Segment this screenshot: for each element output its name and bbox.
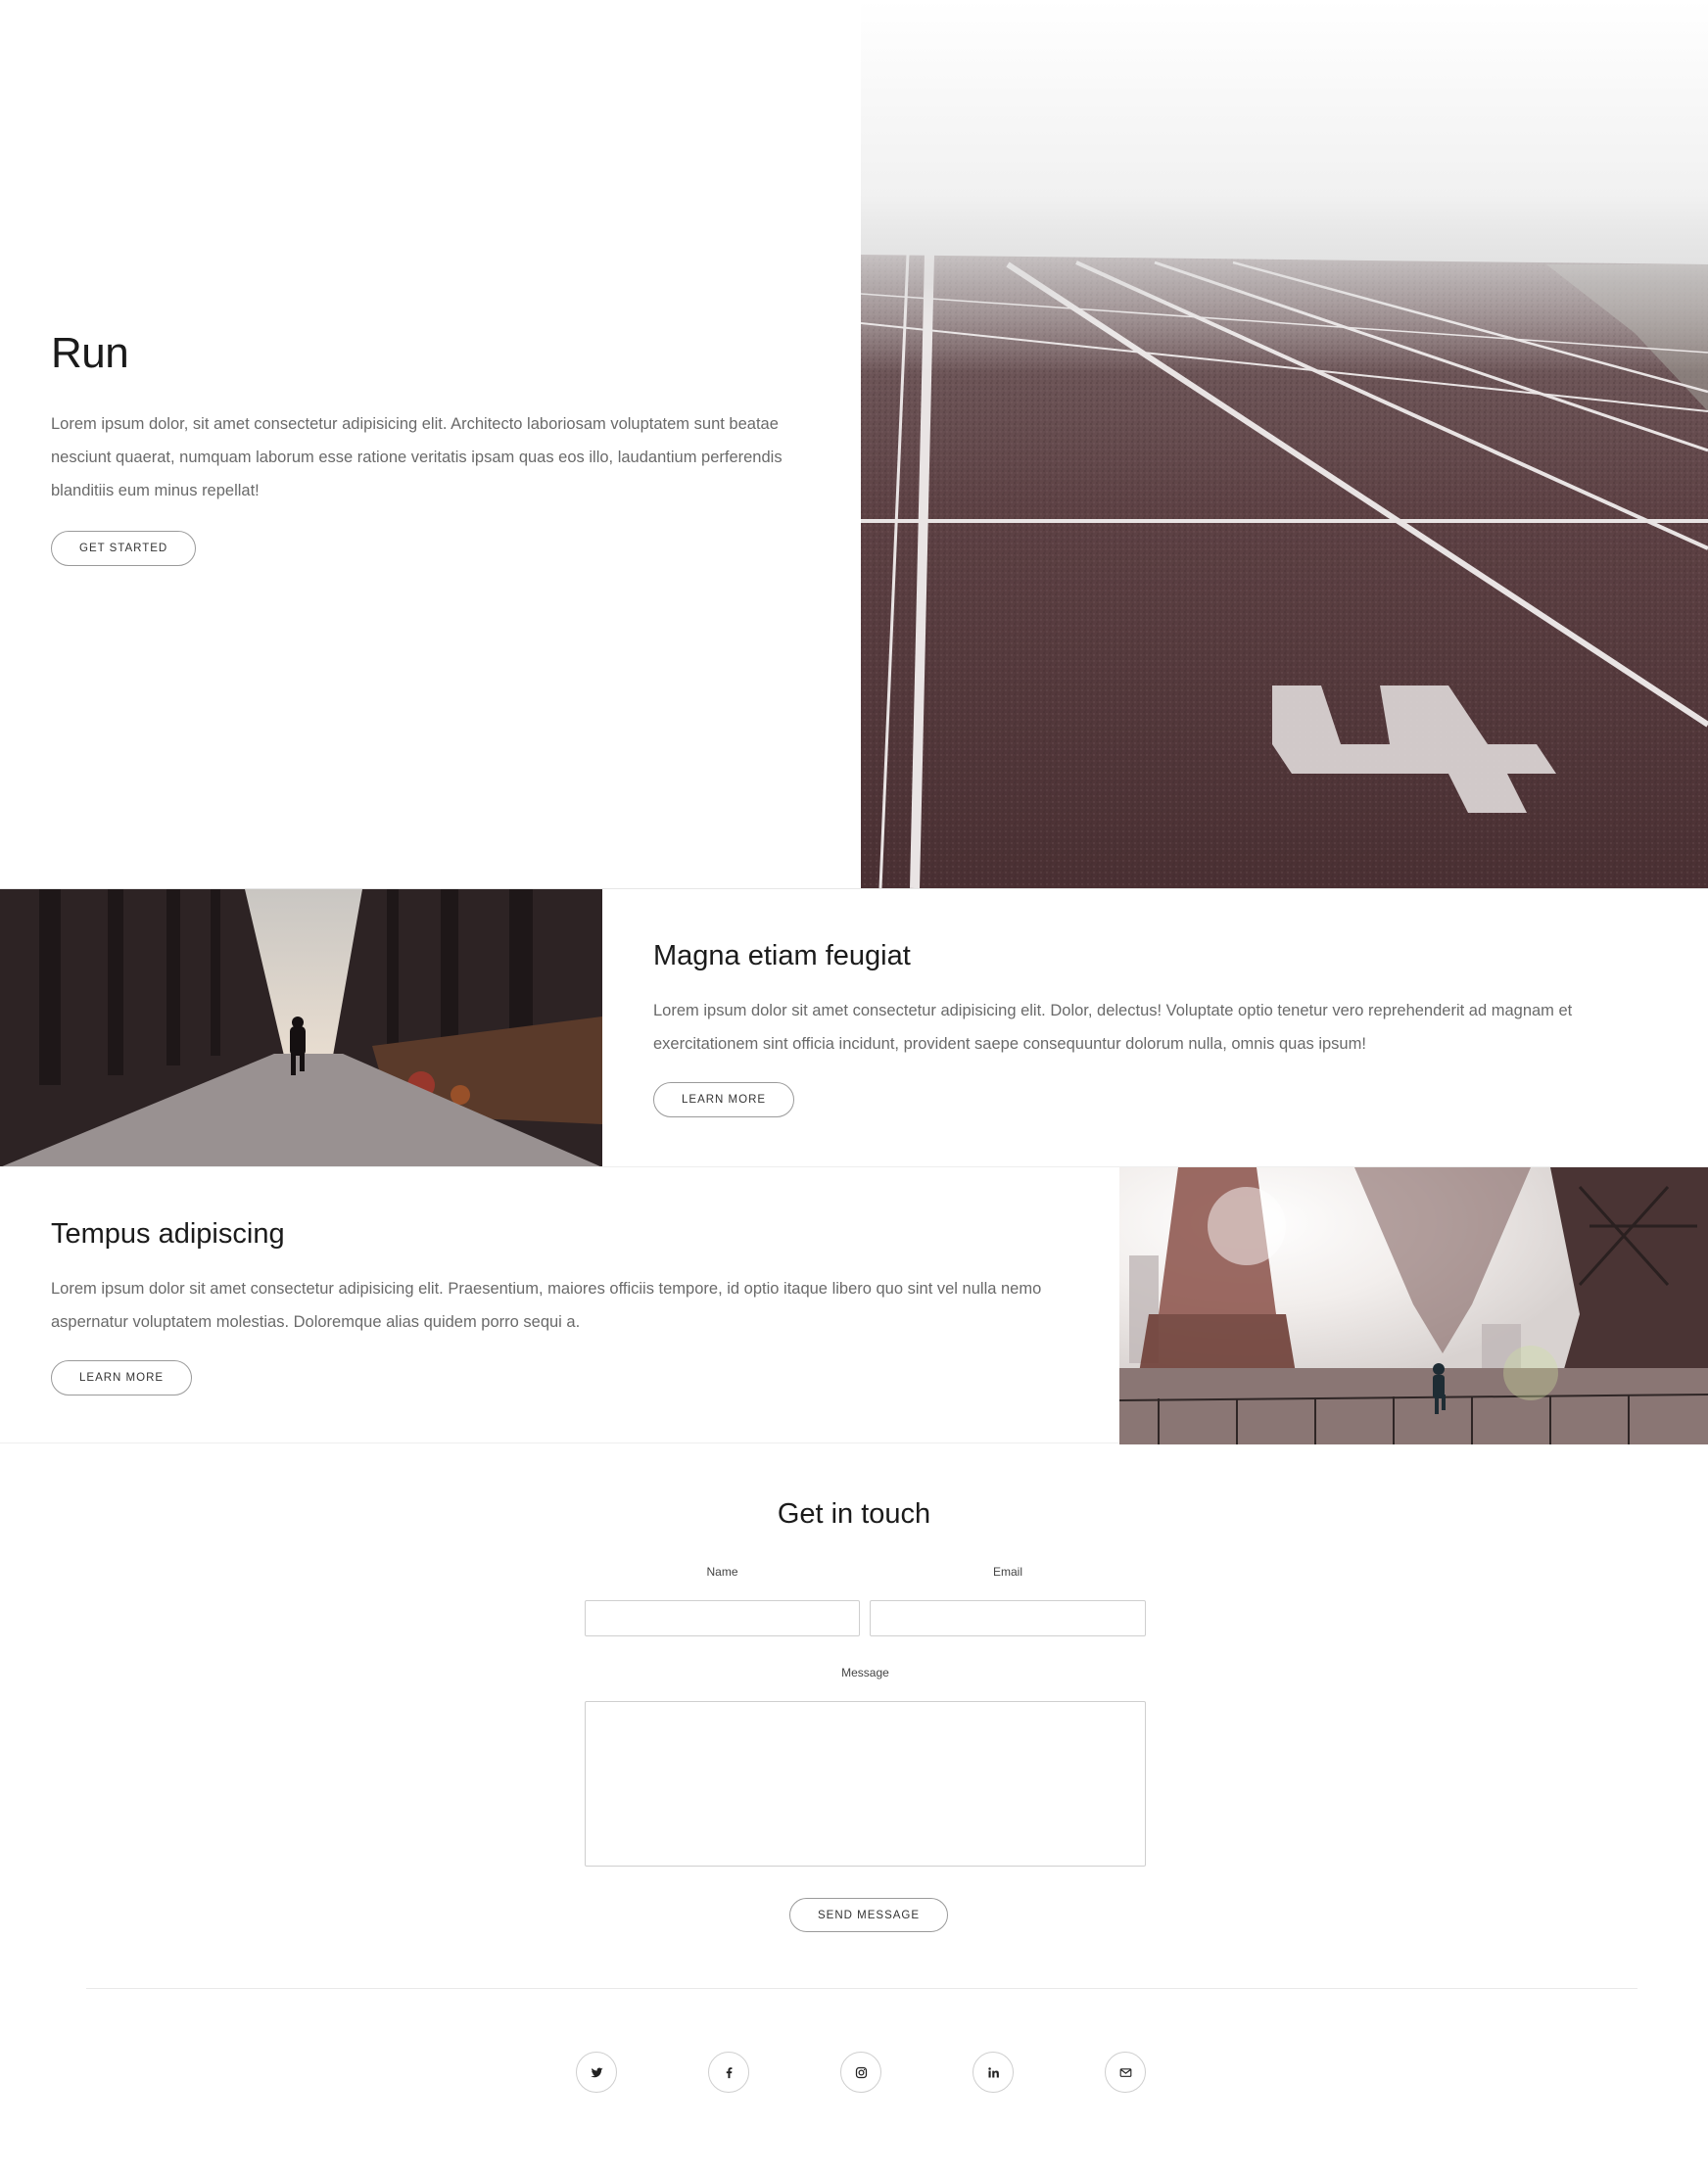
hero-description: Lorem ipsum dolor, sit amet consectetur … bbox=[51, 415, 783, 499]
feature-1-title: Magna etiam feugiat bbox=[653, 940, 911, 971]
footer-divider bbox=[86, 1988, 1637, 1989]
send-message-button[interactable]: SEND MESSAGE bbox=[789, 1898, 949, 1932]
feature-1-description: Lorem ipsum dolor sit amet consectetur a… bbox=[653, 1002, 1573, 1053]
email-label: Email bbox=[992, 1565, 1022, 1579]
message-textarea[interactable] bbox=[585, 1701, 1146, 1867]
contact-title: Get in touch bbox=[777, 1498, 931, 1530]
feature-2-title: Tempus adipiscing bbox=[51, 1218, 285, 1250]
send-button-wrap: SEND MESSAGE bbox=[789, 1898, 949, 1932]
feature-section-2: Tempus adipiscing Lorem ipsum dolor sit … bbox=[0, 1166, 1708, 1444]
linkedin-icon bbox=[987, 2066, 999, 2077]
hero-text-block: Run Lorem ipsum dolor, sit amet consecte… bbox=[51, 329, 815, 566]
facebook-link[interactable] bbox=[708, 2052, 749, 2093]
name-input[interactable] bbox=[585, 1600, 860, 1636]
feature-2-text-block: Tempus adipiscing Lorem ipsum dolor sit … bbox=[51, 1218, 1079, 1395]
running-track-photo-icon bbox=[861, 0, 1708, 888]
bridge-photo-icon bbox=[1119, 1167, 1708, 1444]
feature-1-text-block: Magna etiam feugiat Lorem ipsum dolor si… bbox=[653, 940, 1672, 1117]
forest-trail-photo-icon bbox=[0, 889, 602, 1167]
forest-trail-image bbox=[0, 889, 602, 1167]
message-label: Message bbox=[841, 1666, 889, 1679]
twitter-icon bbox=[590, 2067, 603, 2077]
feature-2-description: Lorem ipsum dolor sit amet consectetur a… bbox=[51, 1280, 1042, 1331]
learn-more-button-2[interactable]: LEARN MORE bbox=[51, 1360, 193, 1395]
learn-more-button-1[interactable]: LEARN MORE bbox=[653, 1082, 795, 1117]
email-link[interactable] bbox=[1105, 2052, 1146, 2093]
hero-title: Run bbox=[51, 329, 129, 377]
email-icon bbox=[1119, 2067, 1131, 2077]
twitter-link[interactable] bbox=[576, 2052, 617, 2093]
bridge-image bbox=[1119, 1167, 1708, 1444]
name-label: Name bbox=[706, 1565, 738, 1579]
social-links bbox=[0, 2052, 1708, 2093]
email-input[interactable] bbox=[870, 1600, 1146, 1636]
hero-section: Run Lorem ipsum dolor, sit amet consecte… bbox=[0, 0, 1708, 888]
instagram-link[interactable] bbox=[840, 2052, 881, 2093]
linkedin-link[interactable] bbox=[973, 2052, 1014, 2093]
feature-section-1: Magna etiam feugiat Lorem ipsum dolor si… bbox=[0, 888, 1708, 1167]
get-started-button[interactable]: GET STARTED bbox=[51, 531, 197, 566]
running-track-image bbox=[861, 0, 1708, 888]
facebook-icon bbox=[726, 2066, 732, 2078]
instagram-icon bbox=[855, 2066, 867, 2078]
